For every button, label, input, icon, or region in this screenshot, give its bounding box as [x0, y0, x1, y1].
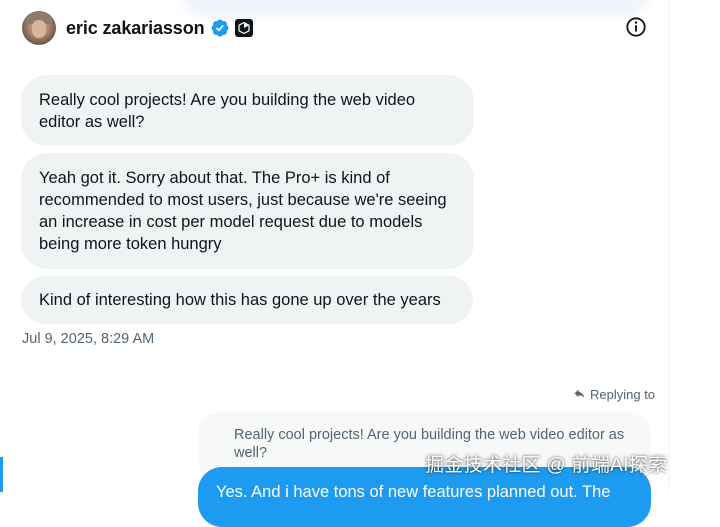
message-text: Kind of interesting how this has gone up… — [39, 291, 441, 309]
message-text: Really cool projects! Are you building t… — [39, 91, 416, 131]
message-text: Yeah got it. Sorry about that. The Pro+ … — [39, 169, 447, 253]
reply-arrow-icon — [574, 389, 585, 399]
verified-badge-icon — [210, 19, 229, 37]
message-bubble[interactable]: Really cool projects! Are you building t… — [21, 75, 474, 146]
avatar[interactable] — [22, 11, 56, 45]
own-message-text: Yes. And i have tons of new features pla… — [216, 483, 611, 501]
cursor-affiliate-icon — [234, 19, 253, 37]
replying-to-label: Replying to — [590, 387, 656, 402]
message-timestamp: Jul 9, 2025, 8:29 AM — [22, 331, 155, 347]
conversation-header: eric zakariasson — [22, 9, 253, 47]
watermark: 掘金技术社区 @ 前端AI探索 — [425, 455, 668, 476]
info-icon[interactable] — [625, 16, 647, 38]
scroll-accent-bar — [0, 457, 3, 492]
display-name[interactable]: eric zakariasson — [66, 18, 205, 39]
avatar-face — [32, 20, 46, 38]
message-bubble[interactable]: Kind of interesting how this has gone up… — [21, 276, 473, 324]
replying-to-link[interactable]: Replying to — [573, 387, 655, 402]
column-divider — [668, 0, 669, 492]
message-bubble[interactable]: Yeah got it. Sorry about that. The Pro+ … — [21, 153, 474, 269]
